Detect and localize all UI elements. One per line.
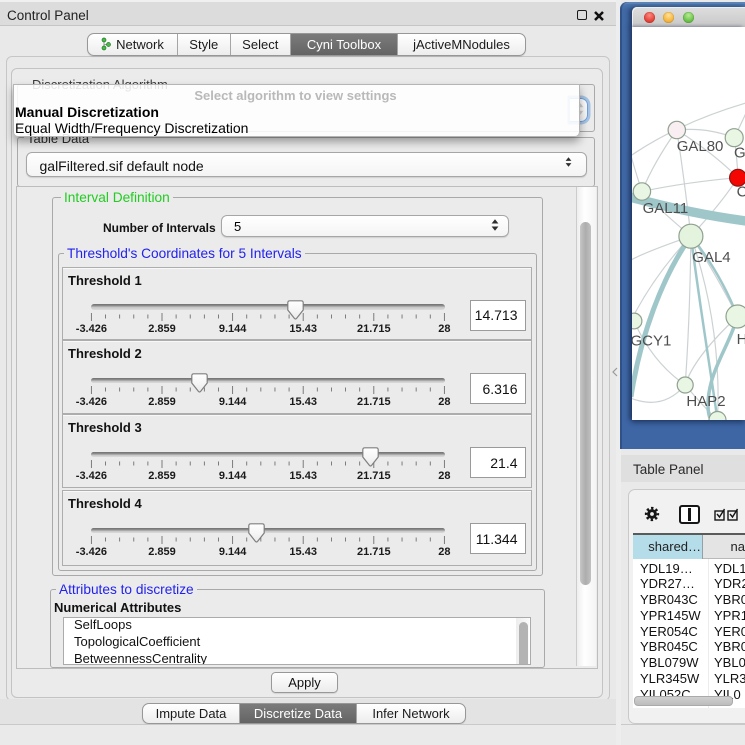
svg-text:GAL4: GAL4 [692, 249, 730, 266]
svg-text:GCY1: GCY1 [632, 333, 671, 350]
svg-text:C: C [736, 184, 745, 201]
svg-text:G.: G. [734, 145, 745, 162]
svg-text:HAP2: HAP2 [686, 393, 725, 410]
svg-text:GAL11: GAL11 [642, 200, 688, 217]
svg-text:H: H [736, 331, 745, 348]
svg-text:GAL80: GAL80 [676, 138, 723, 155]
